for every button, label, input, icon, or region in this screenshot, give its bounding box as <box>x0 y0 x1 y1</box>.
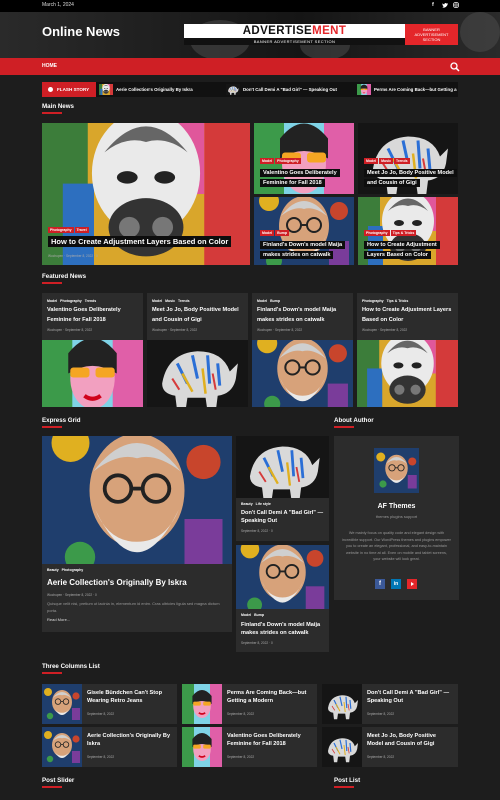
category-tags[interactable]: Photography Travel <box>48 227 90 233</box>
list-item[interactable]: Perms Are Coming Back—but Getting a Mode… <box>182 684 317 724</box>
facebook-icon[interactable]: f <box>375 579 385 589</box>
section-heading-post-list: Post List <box>334 777 360 788</box>
express-side-card[interactable]: Model Bump Finland's Down's model Maija m… <box>236 545 329 652</box>
section-heading-featured-news: Featured News <box>42 273 86 284</box>
author-bio: We mainly focus on quality code and eleg… <box>342 531 451 561</box>
top-bar: March 1, 2024 f <box>0 0 500 12</box>
article-title: Finland's Down's model Maija makes strid… <box>241 622 321 636</box>
article-title: How to Create Adjustment Layers Based on… <box>364 240 456 260</box>
article-image <box>147 340 248 407</box>
article-image <box>236 436 329 498</box>
author-name: AF Themes <box>377 503 416 510</box>
instagram-icon[interactable] <box>453 2 459 10</box>
twitter-icon[interactable] <box>442 2 448 10</box>
list-item[interactable]: Valentino Goes Deliberately Feminine for… <box>182 727 317 767</box>
advertisement-banner[interactable]: ADVERTISEMENT BANNER ADVERTISEMENT SECTI… <box>184 24 458 45</box>
thumbnail <box>322 684 362 724</box>
section-heading-post-slider: Post Slider <box>42 777 74 788</box>
article-image <box>357 340 458 407</box>
article-meta: Wochupen · September 8, 2022 · 0 <box>48 254 98 258</box>
current-date: March 1, 2024 <box>42 2 74 8</box>
main-news-tile[interactable]: Model Music Trends Meet Jo Jo, Body Positi… <box>358 123 458 194</box>
flash-item[interactable]: Aerie Collection's Originally By Iskra <box>99 84 199 95</box>
article-image <box>42 436 232 564</box>
record-icon <box>48 87 53 92</box>
article-title: Meet Jo Jo, Body Positive Model and Cous… <box>152 307 239 323</box>
article-image <box>42 340 143 407</box>
article-title: How to Create Adjustment Layers Based on… <box>362 307 452 323</box>
main-nav: HOME <box>0 58 500 75</box>
list-item[interactable]: Don't Call Demi A "Bad Girl" — Speaking … <box>322 684 458 724</box>
author-role: themes plugins support <box>375 514 418 519</box>
express-main-card[interactable]: Beauty Photography Aerie Collection's Ori… <box>42 436 232 632</box>
article-title: Meet Jo Jo, Body Positive Model and Cous… <box>364 168 457 188</box>
ad-subtitle: BANNER ADVERTISEMENT SECTION <box>184 38 405 45</box>
express-side-card[interactable]: Beauty Life style Don't Call Demi A "Bad … <box>236 436 329 541</box>
article-title: Don't Call Demi A "Bad Girl" — Speaking … <box>241 510 324 524</box>
article-title: Finland's Down's model Maija makes strid… <box>260 240 352 260</box>
featured-card[interactable]: Model Bump Finland's Down's model Maija m… <box>252 293 353 407</box>
section-heading-express-grid: Express Grid <box>42 417 81 428</box>
thumbnail <box>99 84 113 95</box>
thumbnail <box>357 84 371 95</box>
list-item[interactable]: Meet Jo Jo, Body Positive Model and Cous… <box>322 727 458 767</box>
section-heading-three-columns: Three Columns List <box>42 663 100 674</box>
article-title: Aerie Collection's Originally By Iskra <box>47 578 187 587</box>
section-heading-main-news: Main News <box>42 103 74 114</box>
article-excerpt: Quisque velit nisi, pretium ut lacinia i… <box>47 601 220 613</box>
ad-word-a: ADVERTISE <box>242 25 313 37</box>
list-item[interactable]: Gisele Bündchen Can't Stop Wearing Retro… <box>42 684 177 724</box>
flash-item[interactable]: Perms Are Coming Back—but Getting a Mode… <box>357 84 458 95</box>
thumbnail <box>42 727 82 767</box>
flash-story-ticker: FLASH STORY Aerie Collection's Originall… <box>42 82 458 97</box>
thumbnail <box>182 684 222 724</box>
featured-card[interactable]: Model Music Trends Meet Jo Jo, Body Positi… <box>147 293 248 407</box>
article-image <box>236 545 329 609</box>
article-image <box>252 340 353 407</box>
article-title[interactable]: How to Create Adjustment Layers Based on… <box>48 236 248 247</box>
article-title: Valentino Goes Deliberately Feminine for… <box>260 168 352 188</box>
thumbnail <box>42 684 82 724</box>
featured-card[interactable]: Model Photography Trends Valentino Goes De… <box>42 293 143 407</box>
site-title[interactable]: Online News <box>42 24 120 39</box>
thumbnail <box>182 727 222 767</box>
author-avatar <box>374 448 419 493</box>
main-news-featured[interactable]: Photography Travel How to Create Adjustme… <box>42 123 250 265</box>
section-heading-about-author: About Author <box>334 417 374 428</box>
linkedin-icon[interactable]: in <box>391 579 401 589</box>
youtube-icon[interactable] <box>407 579 417 589</box>
ad-right-label: BANNER ADVERTISEMENT SECTION <box>405 24 458 45</box>
article-title: Valentino Goes Deliberately Feminine for… <box>47 307 121 323</box>
thumbnail <box>226 84 240 95</box>
flash-item[interactable]: Don't Call Demi A "Bad Girl" — Speaking … <box>226 84 356 95</box>
thumbnail <box>322 727 362 767</box>
featured-card[interactable]: Photography Tips & Tricks How to Create A… <box>357 293 458 407</box>
main-news-tile[interactable]: Model Bump Finland's Down's model Maija m… <box>254 197 354 265</box>
flash-label: FLASH STORY <box>42 82 96 97</box>
read-more-link[interactable]: Read More... <box>47 616 70 623</box>
article-title: Finland's Down's model Maija makes strid… <box>257 307 337 323</box>
facebook-icon[interactable]: f <box>432 2 434 8</box>
main-news-tile[interactable]: Model Photography Valentino Goes Delibera… <box>254 123 354 194</box>
search-icon[interactable] <box>449 60 461 72</box>
nav-home[interactable]: HOME <box>42 63 57 69</box>
ad-word-b: MENT <box>312 25 347 37</box>
main-news-tile[interactable]: Photography Tips & Tricks How to Create A… <box>358 197 458 265</box>
list-item[interactable]: Aerie Collection's Originally By Iskra S… <box>42 727 177 767</box>
about-author-widget: AF Themes themes plugins support We main… <box>334 436 459 600</box>
